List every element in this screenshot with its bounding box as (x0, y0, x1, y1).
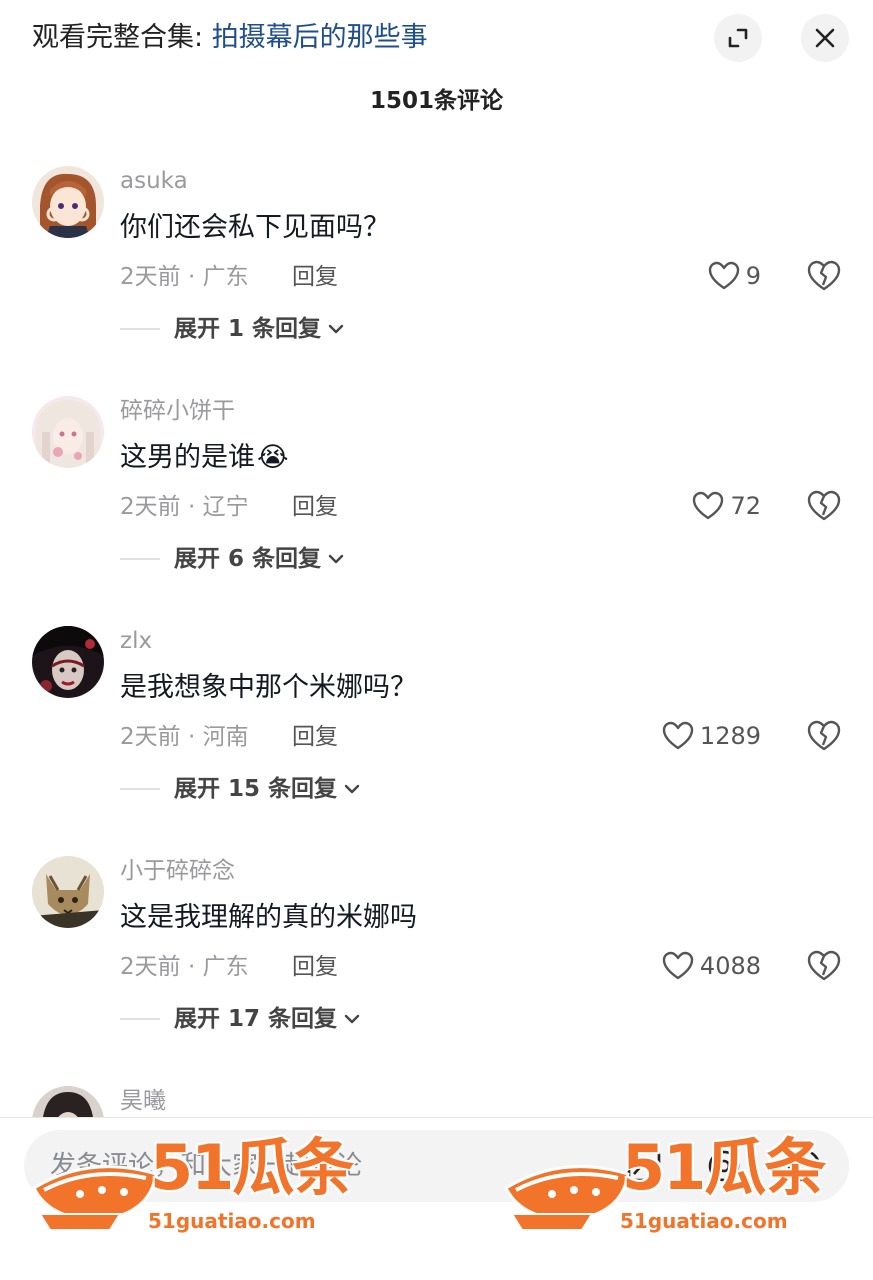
close-button[interactable] (801, 14, 849, 62)
broken-heart-icon (807, 260, 841, 291)
avatar[interactable] (32, 396, 104, 468)
watermelon-logo-icon (504, 1165, 630, 1231)
like-count: 9 (745, 262, 761, 290)
chevron-down-icon (328, 324, 344, 334)
broken-heart-icon (807, 490, 841, 521)
expand-replies[interactable]: 展开 1 条回复 (120, 314, 347, 344)
collection-prefix: 观看完整合集: (32, 22, 212, 53)
expand-replies-label: 展开 17 条回复 (174, 1006, 338, 1032)
close-icon (815, 28, 835, 48)
heart-icon (662, 721, 694, 750)
heart-icon (662, 951, 694, 980)
collection-link-row[interactable]: 观看完整合集: 拍摄幕后的那些事 (32, 20, 428, 56)
like-button[interactable]: 9 (708, 258, 761, 294)
broken-heart-icon (807, 720, 841, 751)
comment-username[interactable]: asuka (120, 166, 188, 196)
avatar[interactable] (32, 856, 104, 928)
chevron-down-icon (328, 554, 344, 564)
crying-emoji: 😭 (257, 442, 289, 473)
watermark-url: 51guatiao.com (620, 1209, 788, 1233)
chevron-down-icon (344, 1014, 360, 1024)
broken-heart-icon (807, 950, 841, 981)
dislike-button[interactable] (806, 948, 842, 984)
expand-replies-label: 展开 1 条回复 (174, 316, 322, 342)
comment-text: 是我想象中那个米娜吗？ (120, 670, 417, 706)
watermark-text: 51瓜条 (150, 1131, 354, 1204)
comment-text-content: 你们还会私下见面吗？ (120, 212, 390, 243)
heart-icon (708, 261, 739, 290)
like-button[interactable]: 1289 (662, 718, 761, 754)
expand-replies[interactable]: 展开 17 条回复 (120, 1004, 363, 1034)
reply-button[interactable]: 回复 (292, 722, 338, 752)
dislike-button[interactable] (806, 488, 842, 524)
comment-text-content: 这男的是谁 (120, 442, 255, 473)
comment-text-content: 这是我理解的真的米娜吗 (120, 902, 417, 933)
comment-item: zlx 是我想象中那个米娜吗？ 2天前 · 河南 回复 1289 展开 15 条… (0, 626, 873, 856)
watermelon-logo-icon (32, 1165, 158, 1231)
comment-text: 这男的是谁 😭 (120, 440, 289, 476)
expand-replies[interactable]: 展开 6 条回复 (120, 544, 347, 574)
like-button[interactable]: 4088 (662, 948, 761, 984)
input-divider (0, 1117, 873, 1118)
dislike-button[interactable] (806, 718, 842, 754)
comment-text-content: 是我想象中那个米娜吗？ (120, 672, 417, 703)
watermark-logo: 51瓜条 51guatiao.com (30, 1130, 370, 1240)
expand-icon (728, 28, 748, 48)
comment-meta: 2天前 · 辽宁 (120, 494, 249, 520)
expand-divider (120, 788, 160, 790)
comment-item: asuka 你们还会私下见面吗？ 2天前 · 广东 回复 9 展开 1 条回复 (0, 166, 873, 396)
comment-username[interactable]: 小于碎碎念 (120, 856, 235, 886)
comment-username[interactable]: 碎碎小饼干 (120, 396, 235, 426)
comment-username[interactable]: zlx (120, 626, 152, 656)
comment-count: 1501条评论 (369, 88, 503, 114)
comment-item: 昊曦 (0, 1086, 873, 1117)
expand-replies[interactable]: 展开 15 条回复 (120, 774, 363, 804)
watermark-url: 51guatiao.com (148, 1209, 316, 1233)
chevron-down-icon (344, 784, 360, 794)
reply-button[interactable]: 回复 (292, 492, 338, 522)
like-count: 4088 (699, 952, 761, 980)
collection-link[interactable]: 拍摄幕后的那些事 (212, 22, 428, 53)
expand-divider (120, 328, 160, 330)
watermark-text: 51瓜条 (622, 1131, 826, 1204)
dislike-button[interactable] (806, 258, 842, 294)
comment-meta: 2天前 · 广东 (120, 954, 249, 980)
comment-text: 你们还会私下见面吗？ (120, 210, 390, 246)
like-count: 1289 (699, 722, 761, 750)
like-button[interactable]: 72 (692, 488, 761, 524)
comment-meta: 2天前 · 广东 (120, 264, 249, 290)
comment-username[interactable]: 昊曦 (120, 1086, 166, 1116)
expand-replies-label: 展开 15 条回复 (174, 776, 338, 802)
expand-divider (120, 1018, 160, 1020)
expand-button[interactable] (714, 14, 762, 62)
reply-button[interactable]: 回复 (292, 952, 338, 982)
watermark-logo: 51瓜条 51guatiao.com (502, 1130, 842, 1240)
heart-icon (693, 491, 724, 520)
avatar[interactable] (32, 166, 104, 238)
avatar[interactable] (32, 1086, 104, 1117)
comment-text: 这是我理解的真的米娜吗 (120, 900, 417, 936)
comment-item: 小于碎碎念 这是我理解的真的米娜吗 2天前 · 广东 回复 4088 展开 17… (0, 856, 873, 1086)
comment-meta: 2天前 · 河南 (120, 724, 249, 750)
expand-replies-label: 展开 6 条回复 (174, 546, 322, 572)
reply-button[interactable]: 回复 (292, 262, 338, 292)
top-bar: 观看完整合集: 拍摄幕后的那些事 (0, 0, 873, 80)
comment-item: 碎碎小饼干 这男的是谁 😭 2天前 · 辽宁 回复 72 展开 6 条回复 (0, 396, 873, 626)
expand-divider (120, 558, 160, 560)
avatar[interactable] (32, 626, 104, 698)
like-count: 72 (730, 492, 761, 520)
